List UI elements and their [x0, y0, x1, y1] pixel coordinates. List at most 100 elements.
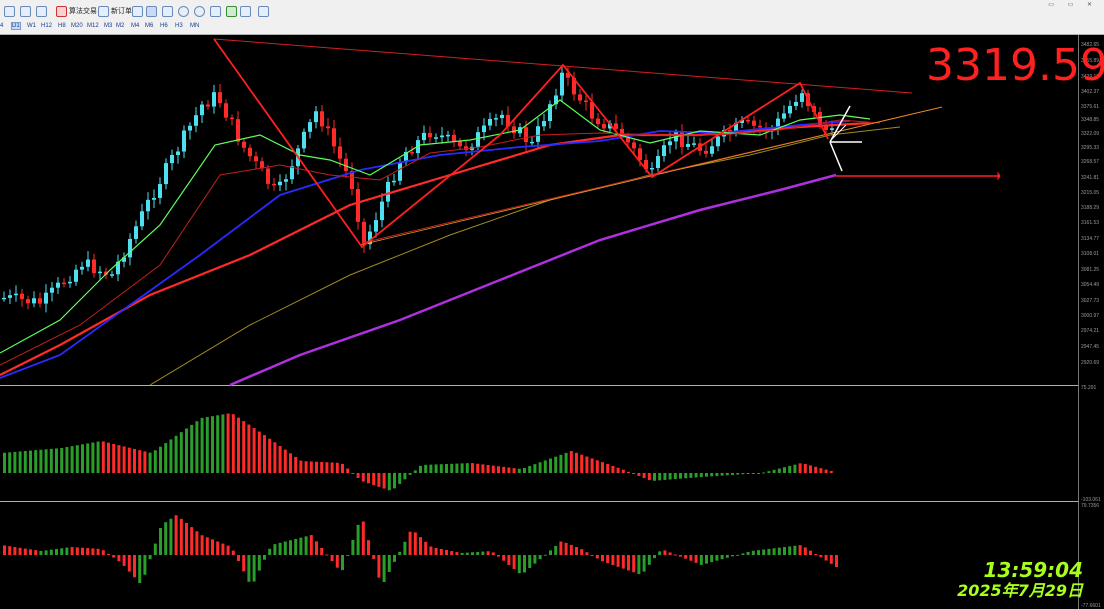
candle-body	[710, 146, 714, 154]
candle-body	[158, 184, 162, 198]
candle-body	[482, 125, 486, 133]
candle-body	[320, 111, 324, 127]
candle-body	[800, 93, 804, 102]
candle-chart-icon[interactable]	[146, 4, 157, 18]
osc-bar	[387, 555, 391, 572]
screenshot-icon[interactable]	[258, 4, 269, 18]
osc-bar	[450, 551, 454, 555]
tf-item[interactable]: H6	[160, 23, 168, 29]
tile-icon[interactable]	[210, 4, 221, 18]
candle-body	[746, 120, 750, 122]
tf-item[interactable]: M20	[71, 23, 83, 29]
tf-item[interactable]: H3	[175, 23, 183, 29]
macd-bar	[471, 463, 474, 473]
osc-bar	[434, 547, 438, 555]
price-tick: 2974.21	[1081, 328, 1099, 334]
candle-body	[248, 147, 252, 157]
macd-bar	[673, 473, 677, 480]
macd-bar	[55, 448, 58, 473]
zoom-in-icon[interactable]	[178, 4, 189, 18]
macd-bar	[70, 446, 74, 473]
macd-bar	[34, 450, 38, 473]
macd-bar	[731, 473, 734, 475]
tf-item-active[interactable]: D1	[11, 22, 21, 30]
macd-bar	[569, 451, 573, 473]
macd-bar	[408, 473, 412, 475]
candle-body	[188, 125, 192, 131]
line-chart-icon[interactable]	[162, 4, 173, 18]
price-tick: 3348.85	[1081, 117, 1099, 123]
tf-item[interactable]: M3	[104, 23, 112, 29]
candle-body	[794, 101, 798, 106]
osc-bar	[829, 555, 833, 564]
price-tick: 2947.45	[1081, 344, 1099, 350]
tf-item[interactable]: 4	[0, 23, 3, 29]
osc-bar	[647, 555, 651, 565]
tf-item[interactable]: M6	[145, 23, 153, 29]
candle-body	[140, 211, 144, 227]
candle-body	[50, 287, 54, 293]
osc-bar	[689, 555, 693, 561]
macd-bar	[75, 445, 79, 473]
osc-bar	[216, 541, 220, 555]
osc-bar	[439, 548, 443, 555]
bar-chart-icon[interactable]	[132, 4, 143, 18]
new-order-button[interactable]: 新订单	[98, 4, 132, 18]
macd-bar	[497, 466, 500, 473]
tf-item[interactable]: M2	[116, 23, 124, 29]
tf-item[interactable]: W1	[27, 23, 36, 29]
candle-body	[668, 141, 672, 146]
macd-bar	[86, 443, 90, 473]
osc-bar	[372, 555, 376, 559]
tf-item[interactable]: M12	[87, 23, 99, 29]
macd-bar	[174, 435, 178, 473]
macd-bar	[91, 442, 95, 473]
candle-body	[488, 118, 492, 126]
tf-item[interactable]: H8	[58, 23, 66, 29]
osc-bar	[195, 531, 199, 555]
tf-item[interactable]: M4	[131, 23, 139, 29]
price-chart[interactable]: 3482.65 3455.89 3429.13 3402.37 3375.61 …	[0, 35, 1104, 609]
price-tick: 3027.73	[1081, 298, 1099, 304]
macd-bar	[3, 452, 6, 473]
macd-bar	[252, 428, 256, 473]
osc-bar	[585, 552, 589, 555]
profiles-icon[interactable]	[20, 4, 31, 18]
grid-icon[interactable]	[226, 4, 237, 18]
algo-trading-button[interactable]: 算法交易	[56, 4, 97, 18]
macd-bar	[304, 461, 308, 473]
candle-body	[176, 151, 180, 156]
market-watch-icon[interactable]	[36, 4, 47, 18]
price-tick: 3134.77	[1081, 236, 1099, 242]
osc-bar	[767, 548, 771, 555]
price-tick: 3161.53	[1081, 220, 1099, 226]
osc-bar	[148, 555, 152, 560]
candle-body	[182, 130, 186, 152]
tf-item[interactable]: MN	[190, 23, 199, 29]
tf-item[interactable]: H12	[41, 23, 52, 29]
new-order-icon	[98, 5, 109, 17]
osc-bar	[341, 555, 344, 571]
macd-bar	[429, 464, 433, 473]
macd-bar	[777, 468, 781, 473]
osc-bar	[96, 548, 100, 555]
macd-bar	[341, 463, 344, 473]
new-chart-icon[interactable]	[4, 4, 15, 18]
macd-bar	[372, 473, 376, 486]
autoscroll-icon[interactable]	[240, 4, 251, 18]
osc-bar	[741, 553, 745, 555]
price-tick: 3188.29	[1081, 205, 1099, 211]
macd-bar	[361, 473, 365, 482]
zoom-out-icon[interactable]	[194, 4, 205, 18]
algo-trading-label: 算法交易	[69, 8, 97, 15]
price-tick: 3081.25	[1081, 267, 1099, 273]
osc-bar	[694, 555, 698, 563]
osc-bar	[580, 549, 584, 555]
candle-body	[422, 132, 426, 141]
macd-bar	[133, 448, 136, 473]
macd-bar	[434, 464, 438, 473]
candle-body	[428, 132, 432, 138]
osc-bar	[304, 536, 308, 555]
osc-bar	[133, 555, 136, 578]
window-controls[interactable]: ▭ ▭ ✕	[1048, 1, 1098, 8]
